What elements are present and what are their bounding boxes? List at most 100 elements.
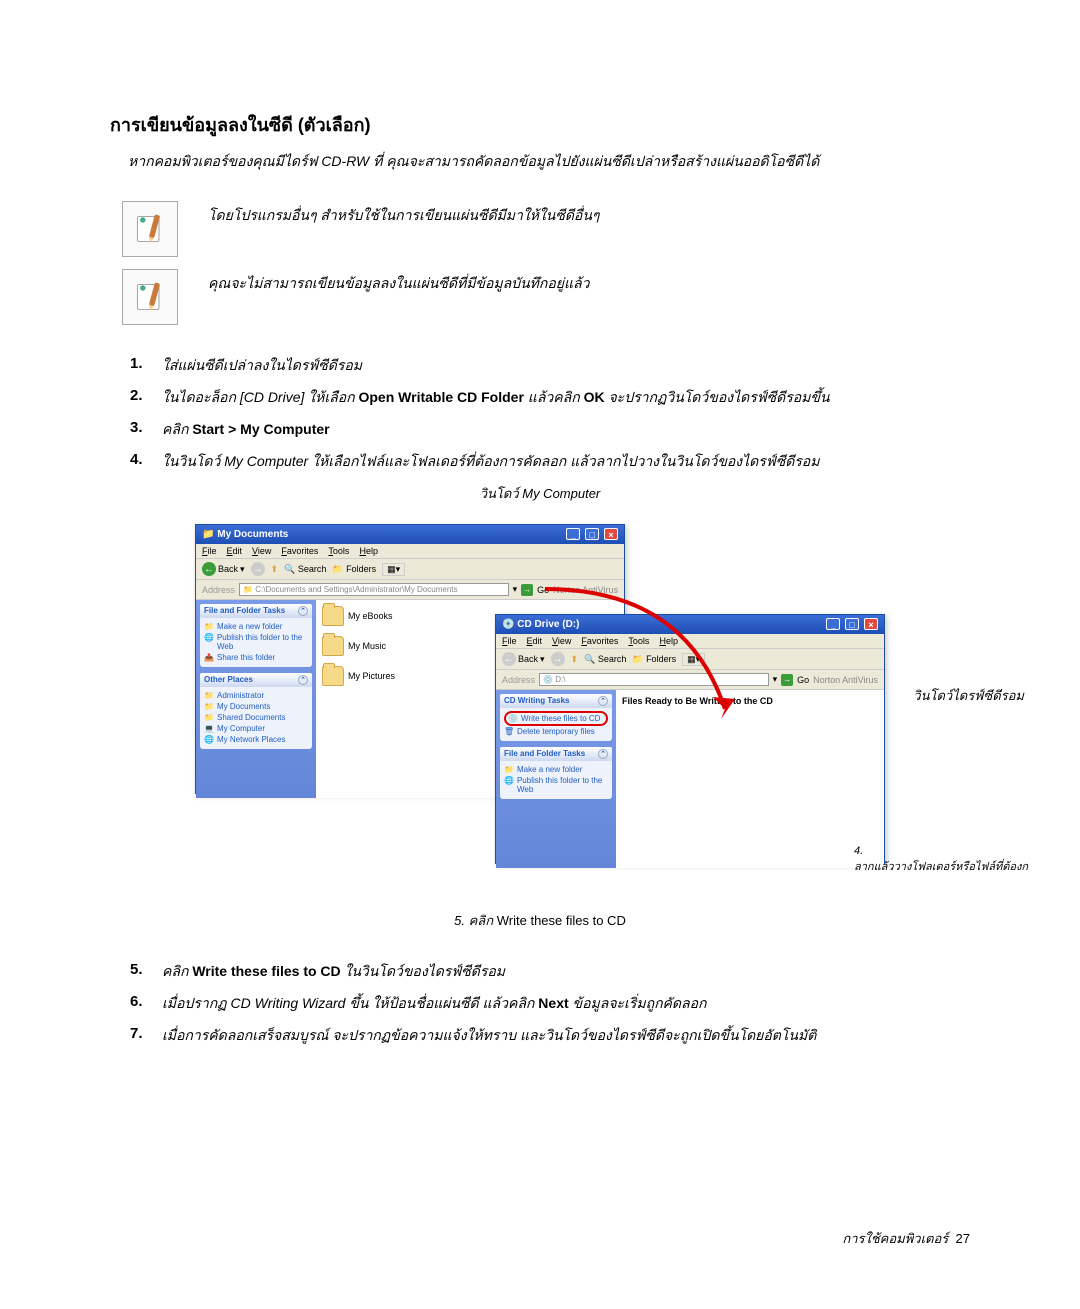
- address-dropdown[interactable]: ▾: [513, 584, 518, 595]
- annotation-4: 4. ลากแล้ววางโฟลเดอร์หรือไฟล์ที่ต้องก: [854, 845, 1044, 875]
- step-5: 5. คลิก Write these files to CD ในวินโดว…: [130, 961, 970, 983]
- cd-writing-tasks: CD Writing Tasks⌃ 💿Write these files to …: [500, 694, 612, 741]
- go-button[interactable]: →: [781, 674, 793, 686]
- step-text: เมื่อปรากฏ CD Writing Wizard ขึ้น ให้ป้อ…: [162, 993, 706, 1015]
- step-text: ในวินโดว์ My Computer ให้เลือกไฟล์และโฟล…: [162, 451, 819, 473]
- content-area[interactable]: Files Ready to Be Written to the CD: [616, 690, 884, 868]
- menu-help[interactable]: Help: [359, 546, 378, 556]
- address-dropdown[interactable]: ▾: [773, 674, 778, 685]
- folder-icon: 📁 My Documents: [202, 529, 288, 540]
- menu-bar[interactable]: File Edit View Favorites Tools Help: [196, 544, 624, 559]
- close-button[interactable]: ×: [604, 528, 618, 540]
- go-button[interactable]: →: [521, 584, 533, 596]
- menu-tools[interactable]: Tools: [328, 546, 349, 556]
- side-panel: CD Writing Tasks⌃ 💿Write these files to …: [496, 690, 616, 868]
- toolbar: ← Back ▾ → ⬆ 🔍 Search 📁 Folders ▦▾: [496, 649, 884, 670]
- task-item[interactable]: 📁Shared Documents: [204, 712, 308, 723]
- task-header[interactable]: File and Folder Tasks⌃: [500, 747, 612, 761]
- win-cd-drive: 💿 CD Drive (D:) _ □ × File Edit View Fav…: [495, 614, 885, 864]
- views-button[interactable]: ▦▾: [682, 653, 705, 666]
- maximize-button[interactable]: □: [585, 528, 599, 540]
- task-item[interactable]: 📁Make a new folder: [504, 764, 608, 775]
- step-text: ใส่แผ่นซีดีเปล่าลงในไดรฟ์ซีดีรอม: [162, 355, 362, 377]
- task-item[interactable]: 📤Share this folder: [204, 652, 308, 663]
- task-item[interactable]: 📁Make a new folder: [204, 621, 308, 632]
- screenshots-area: 📁 My Documents _ □ × File Edit View Favo…: [195, 524, 885, 894]
- search-button[interactable]: 🔍 Search: [284, 564, 326, 575]
- task-item[interactable]: 📁Administrator: [204, 690, 308, 701]
- step-3: 3. คลิก Start > My Computer: [130, 419, 970, 441]
- back-button[interactable]: ← Back ▾: [202, 562, 245, 576]
- step-6: 6. เมื่อปรากฏ CD Writing Wizard ขึ้น ให้…: [130, 993, 970, 1015]
- step-num: 3.: [130, 419, 162, 441]
- file-folder-tasks: File and Folder Tasks⌃ 📁Make a new folde…: [500, 747, 612, 799]
- minimize-button[interactable]: _: [826, 618, 840, 630]
- task-item[interactable]: 🌐Publish this folder to the Web: [204, 632, 308, 652]
- note1-text: โดยโปรแกรมอื่นๆ สำหรับใช้ในการเขียนแผ่นซ…: [208, 201, 599, 227]
- up-button[interactable]: ⬆: [271, 564, 279, 575]
- menu-edit[interactable]: Edit: [227, 546, 243, 556]
- folders-button[interactable]: 📁 Folders: [632, 654, 676, 665]
- menu-favorites[interactable]: Favorites: [281, 546, 318, 556]
- chevron-icon[interactable]: ⌃: [598, 696, 608, 706]
- task-header[interactable]: Other Places⌃: [200, 673, 312, 687]
- note-row-1: โดยโปรแกรมอื่นๆ สำหรับใช้ในการเขียนแผ่นซ…: [122, 201, 970, 257]
- views-button[interactable]: ▦▾: [382, 563, 405, 576]
- fig1-caption: วินโดว์ My Computer: [110, 483, 970, 504]
- task-item[interactable]: 💻My Computer: [204, 723, 308, 734]
- address-input[interactable]: 💿 D:\: [539, 673, 769, 686]
- address-label: Address: [502, 675, 535, 685]
- maximize-button[interactable]: □: [845, 618, 859, 630]
- menu-tools[interactable]: Tools: [628, 636, 649, 646]
- step-text: ในไดอะล็อก [CD Drive] ให้เลือก Open Writ…: [162, 387, 830, 409]
- forward-button[interactable]: →: [251, 562, 265, 576]
- task-header[interactable]: CD Writing Tasks⌃: [500, 694, 612, 708]
- menu-help[interactable]: Help: [659, 636, 678, 646]
- search-button[interactable]: 🔍 Search: [584, 654, 626, 665]
- forward-button[interactable]: →: [551, 652, 565, 666]
- step-1: 1. ใส่แผ่นซีดีเปล่าลงในไดรฟ์ซีดีรอม: [130, 355, 970, 377]
- chevron-icon[interactable]: ⌃: [298, 606, 308, 616]
- task-item[interactable]: 📁My Documents: [204, 701, 308, 712]
- menu-file[interactable]: File: [502, 636, 517, 646]
- up-button[interactable]: ⬆: [571, 654, 579, 665]
- go-label: Go: [797, 675, 809, 685]
- close-button[interactable]: ×: [864, 618, 878, 630]
- task-header[interactable]: File and Folder Tasks⌃: [200, 604, 312, 618]
- side-panel: File and Folder Tasks⌃ 📁Make a new folde…: [196, 600, 316, 798]
- address-bar: Address 💿 D:\ ▾ →Go Norton AntiVirus: [496, 670, 884, 690]
- step-2: 2. ในไดอะล็อก [CD Drive] ให้เลือก Open W…: [130, 387, 970, 409]
- folder-icon: [322, 636, 344, 656]
- step-num: 7.: [130, 1025, 162, 1047]
- cd-icon: 💿 CD Drive (D:): [502, 619, 579, 630]
- files-ready-header: Files Ready to Be Written to the CD: [622, 696, 878, 706]
- menu-edit[interactable]: Edit: [527, 636, 543, 646]
- note-row-2: คุณจะไม่สามารถเขียนข้อมูลลงในแผ่นซีดีที่…: [122, 269, 970, 325]
- menu-file[interactable]: File: [202, 546, 217, 556]
- menu-view[interactable]: View: [252, 546, 271, 556]
- step-num: 4.: [130, 451, 162, 473]
- steps-list-1: 1. ใส่แผ่นซีดีเปล่าลงในไดรฟ์ซีดีรอม 2. ใ…: [130, 355, 970, 473]
- file-folder-tasks: File and Folder Tasks⌃ 📁Make a new folde…: [200, 604, 312, 667]
- step-7: 7. เมื่อการคัดลอกเสร็จสมบูรณ์ จะปรากฏข้อ…: [130, 1025, 970, 1047]
- back-button[interactable]: ← Back ▾: [502, 652, 545, 666]
- page-title: การเขียนข้อมูลลงในซีดี (ตัวเลือก): [110, 110, 970, 139]
- menu-bar[interactable]: File Edit View Favorites Tools Help: [496, 634, 884, 649]
- window-body: CD Writing Tasks⌃ 💿Write these files to …: [496, 690, 884, 868]
- folders-button[interactable]: 📁 Folders: [332, 564, 376, 575]
- task-item[interactable]: 🌐My Network Places: [204, 734, 308, 745]
- chevron-icon[interactable]: ⌃: [298, 675, 308, 685]
- task-item[interactable]: 🗑Delete temporary files: [504, 726, 608, 737]
- chevron-icon[interactable]: ⌃: [598, 749, 608, 759]
- menu-view[interactable]: View: [552, 636, 571, 646]
- title-bar: 💿 CD Drive (D:) _ □ ×: [496, 615, 884, 634]
- go-label: Go: [537, 585, 549, 595]
- menu-favorites[interactable]: Favorites: [581, 636, 618, 646]
- minimize-button[interactable]: _: [566, 528, 580, 540]
- step-num: 1.: [130, 355, 162, 377]
- address-label: Address: [202, 585, 235, 595]
- address-input[interactable]: 📁 C:\Documents and Settings\Administrato…: [239, 583, 509, 596]
- task-item[interactable]: 🌐Publish this folder to the Web: [504, 775, 608, 795]
- write-files-to-cd[interactable]: 💿Write these files to CD: [504, 711, 608, 726]
- folder-icon: [322, 666, 344, 686]
